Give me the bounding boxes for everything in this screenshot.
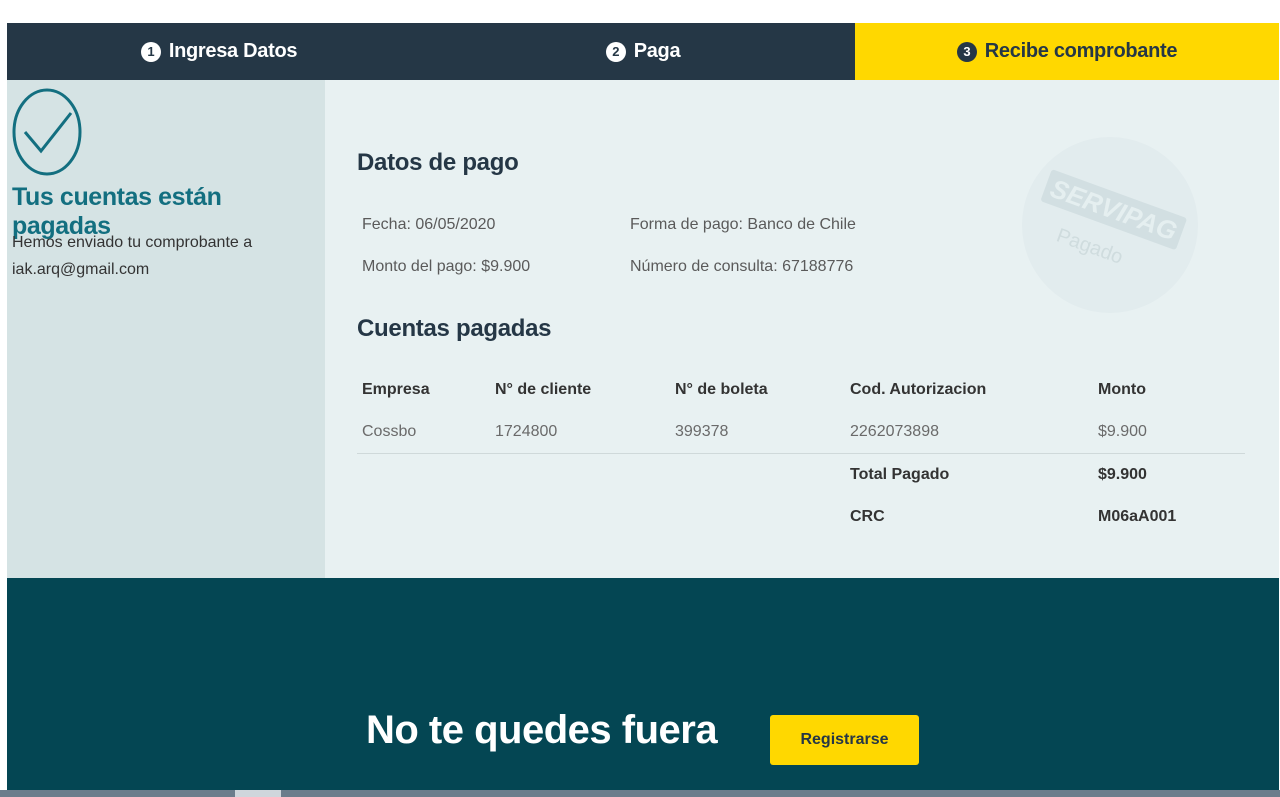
total-value: $9.900	[1098, 466, 1147, 483]
cell-autorizacion: 2262073898	[850, 423, 939, 440]
check-circle-icon	[12, 88, 82, 176]
payment-amount: Monto del pago: $9.900	[362, 258, 531, 275]
paid-accounts-heading: Cuentas pagadas	[357, 315, 552, 342]
crc-value: M06aA001	[1098, 508, 1177, 525]
table-divider	[357, 453, 1245, 454]
column-header-boleta: N° de boleta	[675, 381, 768, 398]
cell-boleta: 399378	[675, 423, 729, 440]
crc-label: CRC	[850, 508, 885, 525]
scrollbar-thumb[interactable]	[235, 790, 281, 797]
payment-details-panel: SERVIPAG Pagado Datos de pago Fecha: 06/…	[325, 80, 1279, 578]
step-paga: 2 Paga	[431, 23, 855, 80]
confirmation-sidebar: Tus cuentas están pagadas Hemos enviado …	[7, 80, 325, 578]
payment-method: Forma de pago: Banco de Chile	[630, 216, 856, 233]
register-button[interactable]: Registrarse	[770, 715, 919, 765]
register-banner: No te quedes fuera Registrarse	[7, 578, 1279, 790]
cell-monto: $9.900	[1098, 423, 1147, 440]
column-header-autorizacion: Cod. Autorizacion	[850, 381, 987, 398]
step-number: 1	[140, 41, 161, 62]
step-label: Recibe comprobante	[984, 40, 1178, 62]
total-label: Total Pagado	[850, 466, 950, 483]
receipt-message-text: Hemos enviado tu comprobante a	[12, 234, 253, 251]
column-header-cliente: N° de cliente	[495, 381, 592, 398]
payment-date: Fecha: 06/05/2020	[362, 216, 496, 233]
step-ingresa-datos: 1 Ingresa Datos	[7, 23, 431, 80]
banner-title: No te quedes fuera	[366, 708, 718, 752]
column-header-empresa: Empresa	[362, 381, 430, 398]
payment-data-heading: Datos de pago	[357, 149, 519, 176]
step-label: Ingresa Datos	[168, 40, 298, 62]
horizontal-scrollbar[interactable]	[0, 790, 1280, 797]
paid-stamp-icon: SERVIPAG Pagado	[1022, 137, 1198, 313]
query-number: Número de consulta: 67188776	[630, 258, 854, 275]
step-label: Paga	[633, 40, 681, 62]
checkout-steps: 1 Ingresa Datos 2 Paga 3 Recibe comproba…	[7, 23, 1279, 80]
step-number: 2	[605, 41, 626, 62]
step-number: 3	[956, 41, 977, 62]
step-recibe-comprobante: 3 Recibe comprobante	[855, 23, 1279, 80]
cell-cliente: 1724800	[495, 423, 558, 440]
receipt-sent-message: Hemos enviado tu comprobante a iak.arq@g…	[12, 229, 312, 283]
column-header-monto: Monto	[1098, 381, 1146, 398]
receipt-email: iak.arq@gmail.com	[12, 261, 150, 278]
cell-empresa: Cossbo	[362, 423, 417, 440]
